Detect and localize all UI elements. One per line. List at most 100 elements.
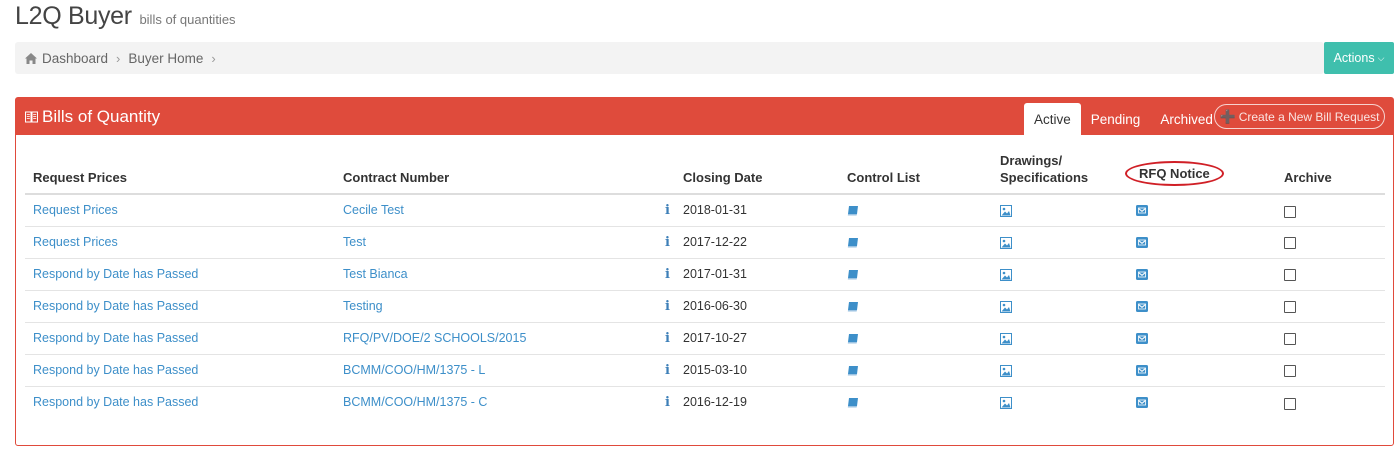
image-file-icon[interactable] — [1000, 364, 1012, 377]
chevron-right-icon: › — [211, 50, 216, 66]
envelope-icon[interactable] — [1136, 237, 1148, 249]
column-header-control-list: Control List — [839, 146, 992, 195]
book-icon[interactable] — [847, 301, 859, 312]
contract-number-link[interactable]: BCMM/COO/HM/1375 - C — [343, 395, 487, 409]
actions-label: Actions — [1333, 51, 1375, 65]
book-icon — [25, 111, 38, 122]
request-prices-link[interactable]: Respond by Date has Passed — [33, 395, 198, 409]
table-row: Respond by Date has Passed BCMM/COO/HM/1… — [25, 354, 1385, 387]
page-header: L2Q Buyer bills of quantities — [15, 2, 236, 31]
contract-number-link[interactable]: Testing — [343, 299, 383, 313]
archive-checkbox[interactable] — [1284, 333, 1296, 346]
tab-archived[interactable]: Archived — [1150, 103, 1223, 135]
book-icon[interactable] — [847, 365, 859, 376]
table-row: Respond by Date has Passed BCMM/COO/HM/1… — [25, 386, 1385, 418]
info-icon[interactable]: i — [665, 363, 670, 378]
breadcrumb-item-buyer-home[interactable]: Buyer Home — [128, 51, 203, 66]
image-file-icon[interactable] — [1000, 300, 1012, 313]
chevron-down-icon: ⌵ — [1377, 52, 1385, 63]
home-icon — [25, 52, 37, 64]
table-row: Respond by Date has Passed Test Bianca i… — [25, 258, 1385, 291]
info-icon[interactable]: i — [665, 331, 670, 346]
column-header-contract-number: Contract Number — [335, 146, 675, 195]
create-bill-request-label: Create a New Bill Request — [1238, 109, 1380, 124]
page-title: L2Q Buyer — [15, 2, 132, 30]
table-row: Request Prices Cecile Test i 2018-01-31 — [25, 194, 1385, 227]
panel-header: Bills of Quantity Active Pending Archive… — [16, 98, 1393, 135]
contract-number-link[interactable]: Test — [343, 235, 366, 249]
info-icon[interactable]: i — [665, 235, 670, 250]
request-prices-link[interactable]: Respond by Date has Passed — [33, 331, 198, 345]
envelope-icon[interactable] — [1136, 397, 1148, 409]
image-file-icon[interactable] — [1000, 236, 1012, 249]
contract-number-link[interactable]: BCMM/COO/HM/1375 - L — [343, 363, 485, 377]
breadcrumb: Dashboard › Buyer Home › — [15, 42, 1324, 74]
table-row: Respond by Date has Passed Testing i 201… — [25, 290, 1385, 323]
breadcrumb-item-dashboard[interactable]: Dashboard — [25, 51, 108, 66]
envelope-icon[interactable] — [1136, 365, 1148, 377]
archive-checkbox[interactable] — [1284, 269, 1296, 282]
page-subtitle: bills of quantities — [139, 12, 236, 27]
envelope-icon[interactable] — [1136, 333, 1148, 345]
drawings-header-line2: Specifications — [1000, 170, 1089, 185]
table-row: Request Prices Test i 2017-12-22 — [25, 226, 1385, 259]
closing-date: 2016-06-30 — [675, 290, 839, 323]
archive-checkbox[interactable] — [1284, 365, 1296, 378]
archive-checkbox[interactable] — [1284, 205, 1296, 218]
chevron-right-icon: › — [116, 50, 121, 66]
closing-date: 2017-10-27 — [675, 322, 839, 355]
tab-pending[interactable]: Pending — [1081, 103, 1151, 135]
column-header-request-prices: Request Prices — [25, 146, 335, 195]
bills-of-quantity-panel: Bills of Quantity Active Pending Archive… — [15, 97, 1394, 446]
contract-number-link[interactable]: Cecile Test — [343, 203, 404, 217]
closing-date: 2018-01-31 — [675, 194, 839, 227]
actions-dropdown-button[interactable]: Actions ⌵ — [1324, 42, 1394, 74]
image-file-icon[interactable] — [1000, 396, 1012, 409]
contract-number-link[interactable]: RFQ/PV/DOE/2 SCHOOLS/2015 — [343, 331, 526, 345]
panel-title: Bills of Quantity — [42, 106, 161, 126]
envelope-icon[interactable] — [1136, 301, 1148, 313]
envelope-icon[interactable] — [1136, 205, 1148, 217]
drawings-header-line1: Drawings/ — [1000, 153, 1063, 168]
archive-checkbox[interactable] — [1284, 301, 1296, 314]
contract-number-link[interactable]: Test Bianca — [343, 267, 408, 281]
rfq-notice-header-label: RFQ Notice — [1139, 166, 1210, 181]
status-tabs: Active Pending Archived — [1024, 103, 1223, 135]
create-bill-request-button[interactable]: ➕ Create a New Bill Request — [1214, 104, 1385, 129]
column-header-closing-date: Closing Date — [675, 146, 839, 195]
table-row: Respond by Date has Passed RFQ/PV/DOE/2 … — [25, 322, 1385, 355]
table-header-row: Request Prices Contract Number Closing D… — [25, 146, 1385, 195]
tab-active[interactable]: Active — [1024, 103, 1081, 135]
rfq-notice-highlight-ellipse: RFQ Notice — [1125, 161, 1224, 186]
request-prices-link[interactable]: Request Prices — [33, 203, 118, 217]
book-icon[interactable] — [847, 397, 859, 408]
info-icon[interactable]: i — [665, 203, 670, 218]
envelope-icon[interactable] — [1136, 269, 1148, 281]
info-icon[interactable]: i — [665, 299, 670, 314]
closing-date: 2015-03-10 — [675, 354, 839, 387]
column-header-archive: Archive — [1276, 146, 1385, 195]
book-icon[interactable] — [847, 205, 859, 216]
request-prices-link[interactable]: Respond by Date has Passed — [33, 267, 198, 281]
bills-table: Request Prices Contract Number Closing D… — [25, 146, 1385, 418]
breadcrumb-label: Dashboard — [42, 50, 109, 66]
closing-date: 2017-01-31 — [675, 258, 839, 291]
image-file-icon[interactable] — [1000, 204, 1012, 217]
archive-checkbox[interactable] — [1284, 237, 1296, 250]
closing-date: 2016-12-19 — [683, 395, 747, 410]
request-prices-link[interactable]: Request Prices — [33, 235, 118, 249]
column-header-drawings-specifications: Drawings/ Specifications — [992, 146, 1128, 195]
book-icon[interactable] — [847, 333, 859, 344]
book-icon[interactable] — [847, 237, 859, 248]
image-file-icon[interactable] — [1000, 332, 1012, 345]
closing-date: 2017-12-22 — [675, 226, 839, 259]
book-icon[interactable] — [847, 269, 859, 280]
plus-circle-icon: ➕ — [1219, 108, 1236, 124]
request-prices-link[interactable]: Respond by Date has Passed — [33, 299, 198, 313]
archive-checkbox[interactable] — [1284, 397, 1296, 410]
info-icon[interactable]: i — [665, 267, 670, 282]
breadcrumb-label: Buyer Home — [128, 50, 204, 66]
info-icon[interactable]: i — [665, 395, 670, 410]
request-prices-link[interactable]: Respond by Date has Passed — [33, 363, 198, 377]
image-file-icon[interactable] — [1000, 268, 1012, 281]
